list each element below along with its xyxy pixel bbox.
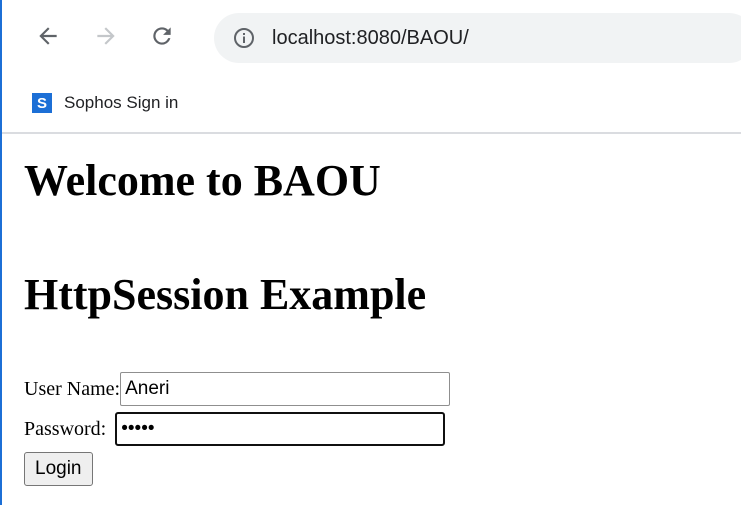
reload-icon	[153, 27, 171, 45]
bookmark-sophos[interactable]: S Sophos Sign in	[32, 86, 178, 120]
password-label: Password:	[24, 417, 107, 440]
sophos-icon: S	[32, 93, 52, 113]
reload-button[interactable]	[142, 16, 182, 56]
info-icon[interactable]	[232, 26, 256, 50]
session-heading: HttpSession Example	[24, 270, 427, 319]
username-field[interactable]	[120, 372, 451, 406]
username-row: User Name:	[24, 372, 451, 406]
forward-button[interactable]	[86, 16, 126, 56]
login-button[interactable]: Login	[24, 452, 93, 486]
welcome-heading: Welcome to BAOU	[24, 156, 381, 205]
url-text[interactable]: localhost:8080/BAOU/	[272, 26, 469, 50]
bookmark-label: Sophos Sign in	[64, 93, 179, 112]
address-bar[interactable]: localhost:8080/BAOU/	[214, 13, 741, 63]
browser-toolbar: localhost:8080/BAOU/	[2, 0, 741, 76]
bookmarks-bar: S Sophos Sign in	[2, 76, 741, 134]
back-arrow-icon	[39, 27, 57, 45]
back-button[interactable]	[28, 16, 68, 56]
password-field[interactable]	[115, 412, 446, 446]
forward-arrow-icon	[97, 27, 115, 45]
username-label: User Name:	[24, 377, 121, 400]
password-row: Password:	[24, 412, 446, 446]
